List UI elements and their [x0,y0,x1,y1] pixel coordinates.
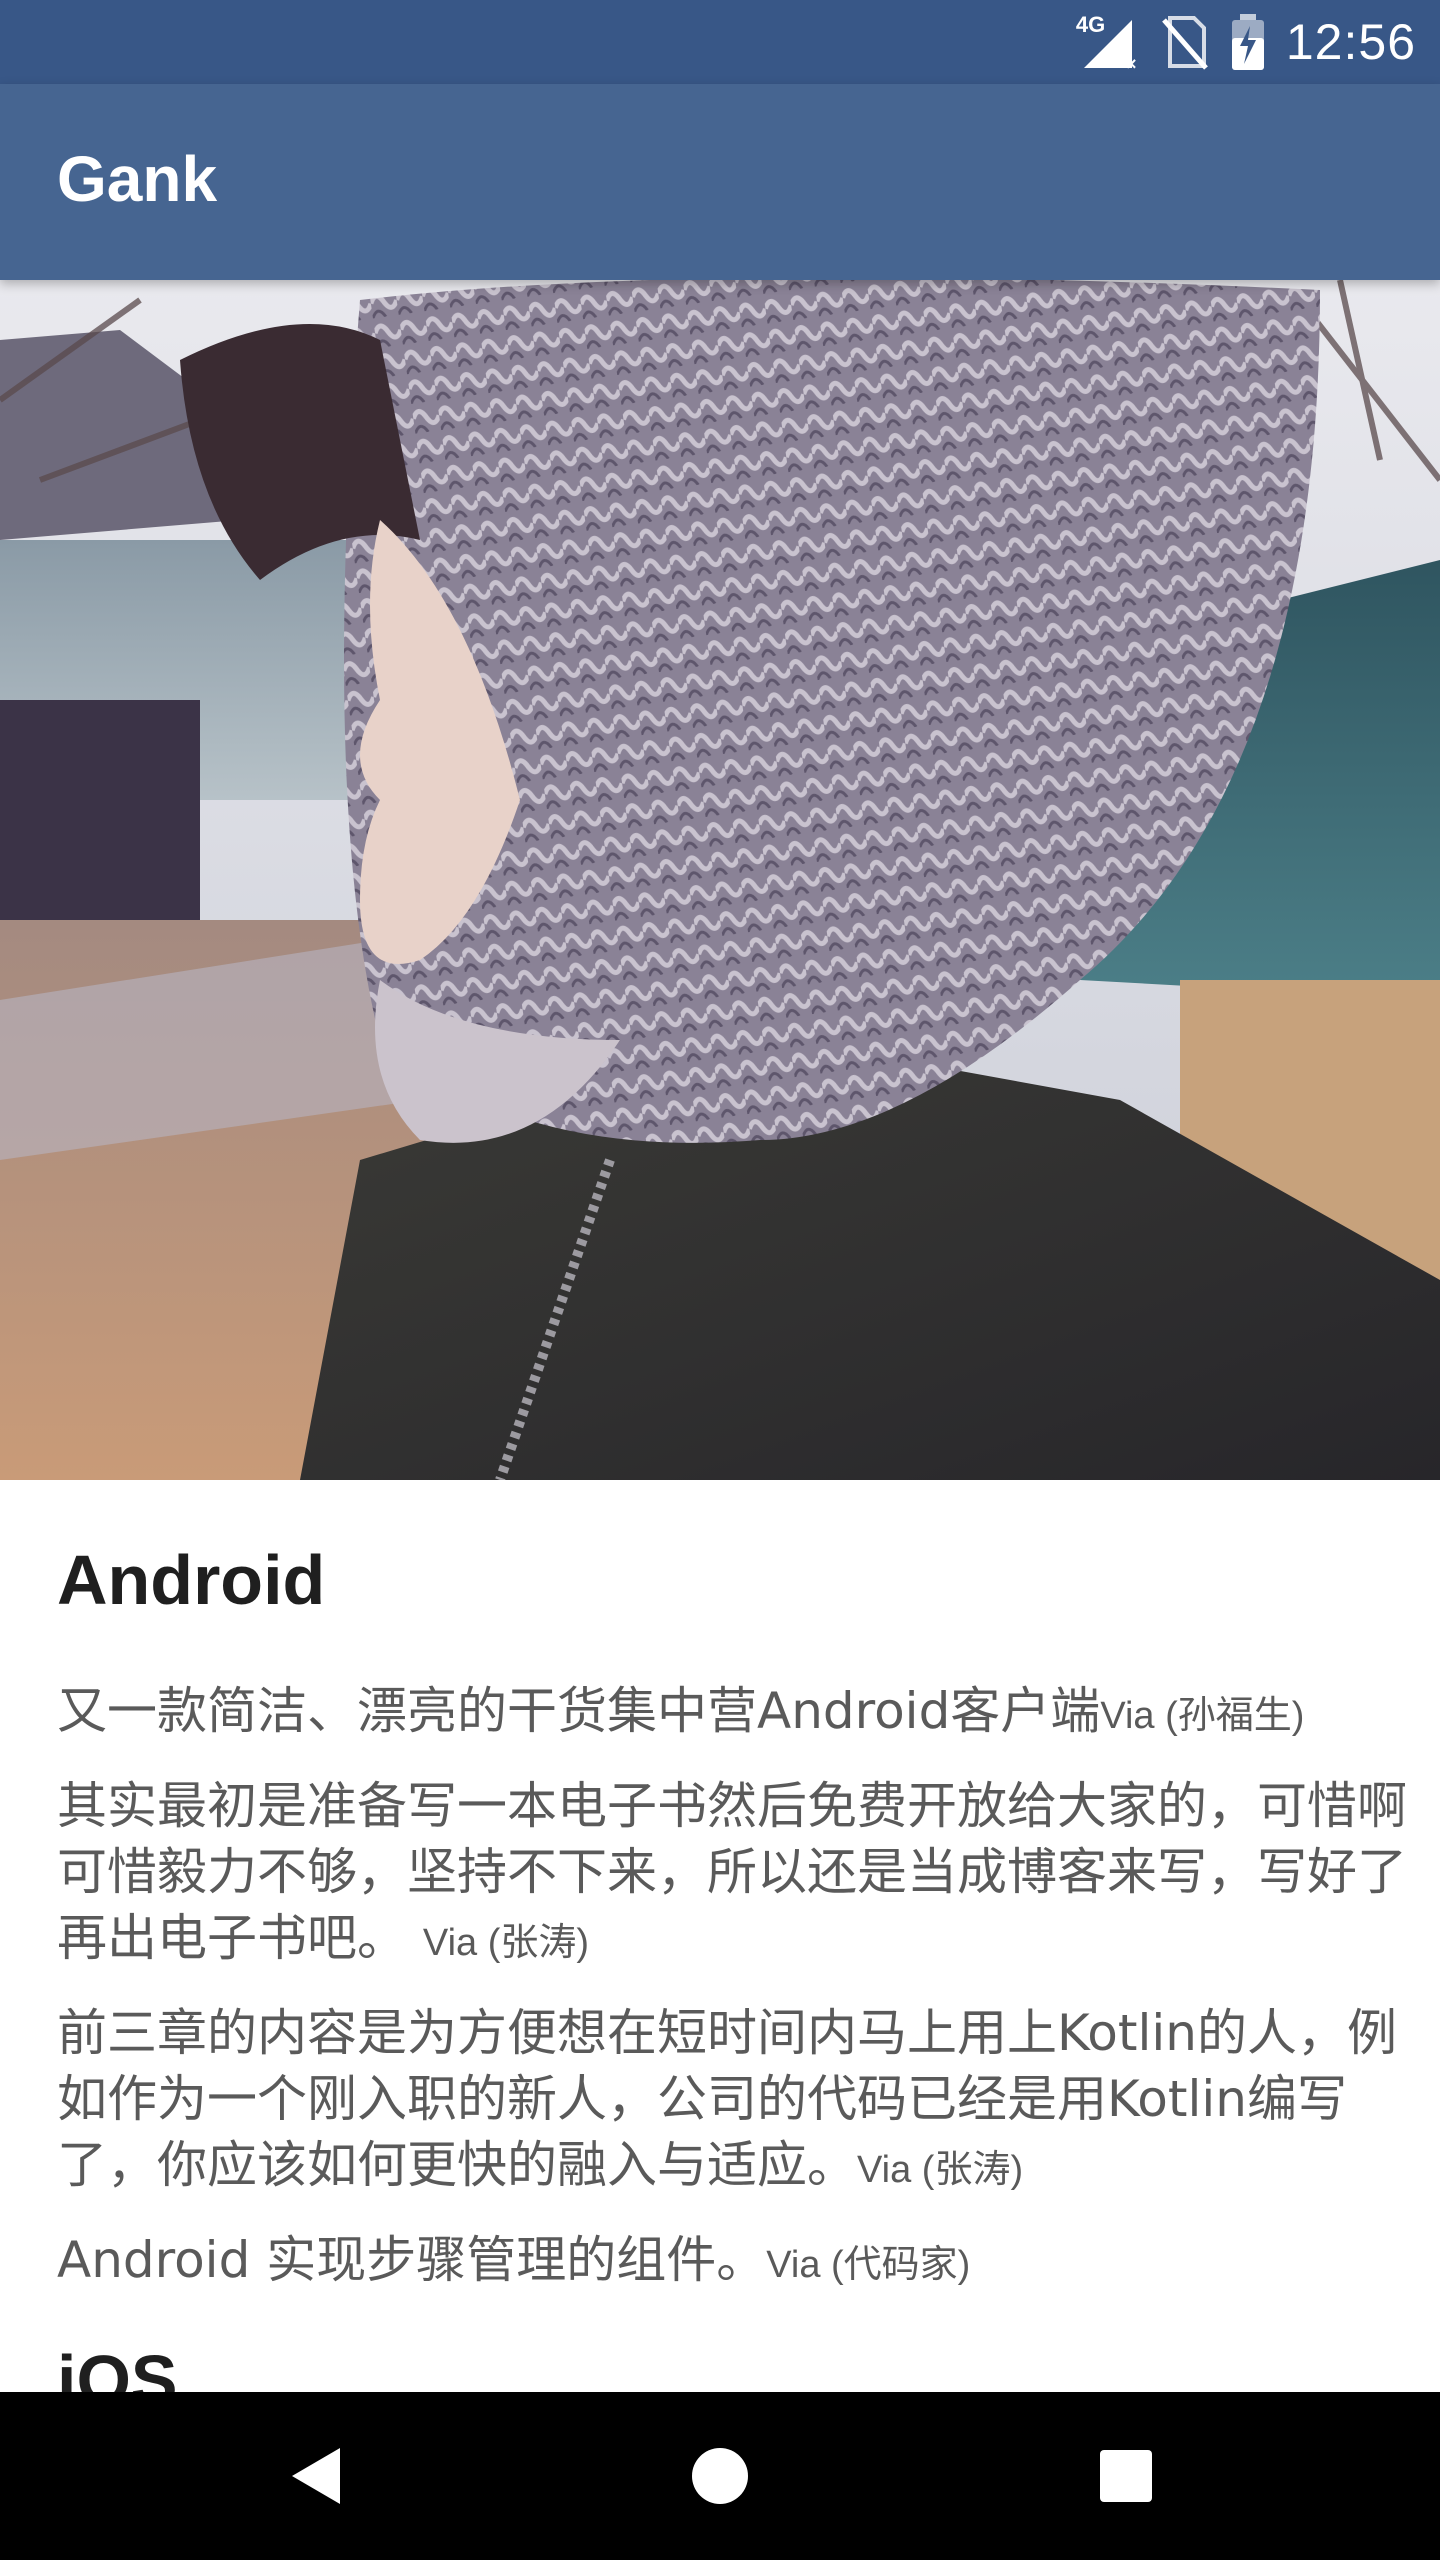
entry-via: Via (张涛) [422,1922,590,1964]
back-button[interactable] [276,2436,356,2516]
home-icon [692,2448,748,2504]
entry-text: 又一款简洁、漂亮的干货集中营Android客户端 [57,1682,1101,1740]
list-item[interactable]: Android 实现步骤管理的组件。Via (代码家) [57,2227,1427,2298]
content-list[interactable]: Android 又一款简洁、漂亮的干货集中营Android客户端Via (孙福生… [0,1480,1440,2392]
entry-text: 其实最初是准备写一本电子书然后免费开放给大家的，可惜啊可惜毅力不够，坚持不下来，… [57,1777,1407,1967]
entry-via: Via (孙福生) [1100,1695,1305,1737]
no-sim-icon [1160,14,1210,70]
hero-photo [0,280,1440,1480]
status-time: 12:56 [1285,14,1416,70]
entry-text: 前三章的内容是为方便想在短时间内马上用上Kotlin的人，例如作为一个刚入职的新… [57,2004,1397,2194]
entry-via: Via (代码家) [766,2244,971,2286]
entry-text: Android 实现步骤管理的组件。 [57,2231,767,2289]
app-bar: Gank [0,84,1440,280]
section-title-android: Android [57,1541,326,1619]
battery-charging-icon [1228,12,1268,72]
home-button[interactable] [680,2436,760,2516]
section-title-ios: iOS [57,2341,178,2392]
back-icon [292,2448,340,2504]
recents-icon [1100,2450,1152,2502]
app-title: Gank [57,143,218,215]
svg-text:×: × [1126,54,1137,72]
list-item[interactable]: 其实最初是准备写一本电子书然后免费开放给大家的，可惜啊可惜毅力不够，坚持不下来，… [57,1773,1427,1976]
list-item[interactable]: 又一款简洁、漂亮的干货集中营Android客户端Via (孙福生) [57,1678,1427,1749]
android-entries: 又一款简洁、漂亮的干货集中营Android客户端Via (孙福生) 其实最初是准… [57,1678,1427,2322]
status-bar: 4G × 12:56 [0,0,1440,84]
status-icons: 4G × 12:56 [1076,0,1416,84]
hero-image[interactable] [0,280,1440,1480]
navigation-bar [0,2392,1440,2560]
signal-4g-icon: 4G × [1076,12,1142,72]
recents-button[interactable] [1086,2436,1166,2516]
list-item[interactable]: 前三章的内容是为方便想在短时间内马上用上Kotlin的人，例如作为一个刚入职的新… [57,2000,1427,2203]
entry-via: Via (张涛) [857,2149,1024,2191]
